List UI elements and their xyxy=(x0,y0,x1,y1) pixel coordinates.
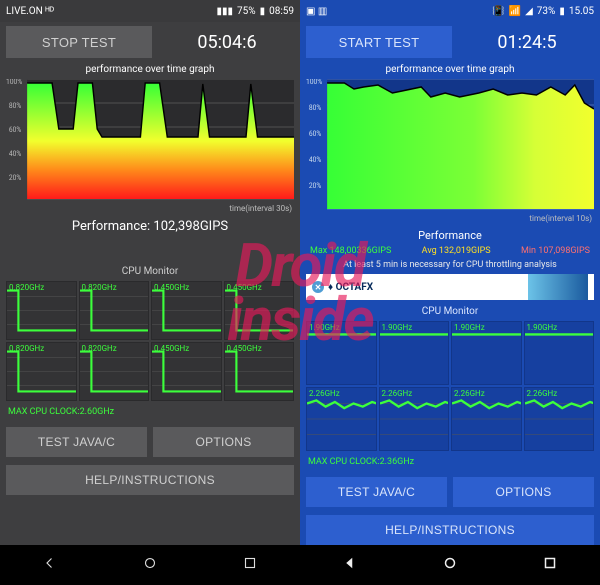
ad-close-icon[interactable]: ✕ xyxy=(312,281,324,293)
help-button[interactable]: HELP/INSTRUCTIONS xyxy=(306,515,594,545)
phone-left: LIVE.ON ᴴᴰ ▮▮▮ 75% ▮ 08:59 STOP TEST 05:… xyxy=(0,0,300,585)
wifi-icon: 📶 xyxy=(509,6,521,17)
cpu-monitor-title: CPU Monitor xyxy=(6,266,294,277)
cpu-monitor-title: CPU Monitor xyxy=(306,306,594,317)
perf-avg: Avg 132,019GIPS xyxy=(422,246,491,256)
phone-right: ▣ ▥ 📳 📶 ◢ 73% ▮ 15.05 START TEST 01:24:5… xyxy=(300,0,600,585)
recent-icon[interactable] xyxy=(241,554,259,576)
cpu-cell: 0.820GHz xyxy=(79,281,150,340)
signal-icon: ▮▮▮ xyxy=(216,6,233,17)
cpu-cell: 2.26GHz xyxy=(379,387,450,451)
stop-test-button[interactable]: STOP TEST xyxy=(6,26,152,58)
svg-text:20%: 20% xyxy=(309,182,321,190)
battery-label: 75% xyxy=(237,6,256,17)
test-javac-button[interactable]: TEST JAVA/C xyxy=(306,477,447,507)
ad-brand: ♦ OCTAFX xyxy=(328,282,373,293)
test-javac-button[interactable]: TEST JAVA/C xyxy=(6,427,147,457)
svg-text:100%: 100% xyxy=(6,79,22,86)
recent-icon[interactable] xyxy=(541,554,559,576)
home-icon[interactable] xyxy=(441,554,459,576)
cpu-cell: 0.450GHz xyxy=(224,281,295,340)
performance-stats: Max 148,00336GIPS Avg 132,019GIPS Min 10… xyxy=(306,246,594,256)
performance-heading: Performance xyxy=(306,229,594,242)
vibrate-icon: 📳 xyxy=(492,6,504,17)
cpu-cell: 0.820GHz xyxy=(6,281,77,340)
status-bar: LIVE.ON ᴴᴰ ▮▮▮ 75% ▮ 08:59 xyxy=(0,0,300,22)
performance-graph: 100% 80% 60% 40% 20% time(interval 30s) xyxy=(6,79,294,213)
status-bar: ▣ ▥ 📳 📶 ◢ 73% ▮ 15.05 xyxy=(300,0,600,22)
cpu-cell: 2.26GHz xyxy=(524,387,595,451)
cpu-cell: 0.450GHz xyxy=(151,281,222,340)
timer-label: 01:24:5 xyxy=(460,32,594,53)
cpu-cell: 1.90GHz xyxy=(451,321,522,385)
max-clock-label: MAX CPU CLOCK:2.36GHz xyxy=(306,455,594,471)
graph-title: performance over time graph xyxy=(6,64,294,75)
back-icon[interactable] xyxy=(341,554,359,576)
help-button[interactable]: HELP/INSTRUCTIONS xyxy=(6,465,294,495)
cpu-cell: 0.450GHz xyxy=(224,342,295,401)
signal-icon: ◢ xyxy=(525,6,533,17)
notification-icons: ▣ ▥ xyxy=(306,6,327,17)
clock-label: 15.05 xyxy=(569,6,594,17)
back-icon[interactable] xyxy=(41,554,59,576)
options-button[interactable]: OPTIONS xyxy=(153,427,294,457)
svg-text:60%: 60% xyxy=(9,126,21,134)
carrier-label: LIVE.ON ᴴᴰ xyxy=(6,6,54,17)
cpu-cell: 1.90GHz xyxy=(379,321,450,385)
battery-icon: ▮ xyxy=(559,6,565,17)
cpu-grid: 0.820GHz0.820GHz0.450GHz0.450GHz0.820GHz… xyxy=(6,281,294,401)
battery-icon: ▮ xyxy=(260,6,266,17)
performance-label: Performance: 102,398GIPS xyxy=(6,219,294,234)
svg-text:40%: 40% xyxy=(9,150,21,158)
start-test-button[interactable]: START TEST xyxy=(306,26,452,58)
cpu-cell: 0.820GHz xyxy=(79,342,150,401)
axis-interval: time(interval 30s) xyxy=(229,204,292,213)
svg-text:100%: 100% xyxy=(306,79,322,86)
cpu-cell: 2.26GHz xyxy=(306,387,377,451)
cpu-cell: 2.26GHz xyxy=(451,387,522,451)
cpu-cell: 1.90GHz xyxy=(306,321,377,385)
max-clock-label: MAX CPU CLOCK:2.60GHz xyxy=(6,405,294,421)
cpu-cell: 1.90GHz xyxy=(524,321,595,385)
throttle-note: At least 5 min is necessary for CPU thro… xyxy=(306,260,594,270)
svg-text:80%: 80% xyxy=(9,102,21,110)
axis-interval: time(interval 10s) xyxy=(529,214,592,223)
ad-banner[interactable]: ✕ ♦ OCTAFX xyxy=(306,274,594,300)
svg-text:40%: 40% xyxy=(309,156,321,164)
perf-max: Max 148,00336GIPS xyxy=(310,246,391,256)
performance-graph: 100% 80% 60% 40% 20% time(interval 10s) xyxy=(306,79,594,223)
nav-bar xyxy=(0,545,300,585)
home-icon[interactable] xyxy=(141,554,159,576)
clock-label: 08:59 xyxy=(269,6,294,17)
options-button[interactable]: OPTIONS xyxy=(453,477,594,507)
cpu-cell: 0.820GHz xyxy=(6,342,77,401)
nav-bar xyxy=(300,545,600,585)
svg-text:60%: 60% xyxy=(309,130,321,138)
cpu-grid: 1.90GHz1.90GHz1.90GHz1.90GHz2.26GHz2.26G… xyxy=(306,321,594,451)
cpu-cell: 0.450GHz xyxy=(151,342,222,401)
svg-text:80%: 80% xyxy=(309,104,321,112)
perf-min: Min 107,098GIPS xyxy=(521,246,590,256)
timer-label: 05:04:6 xyxy=(160,32,294,53)
ad-image xyxy=(528,274,588,300)
battery-label: 73% xyxy=(537,6,556,17)
graph-title: performance over time graph xyxy=(306,64,594,75)
svg-text:20%: 20% xyxy=(9,174,21,182)
